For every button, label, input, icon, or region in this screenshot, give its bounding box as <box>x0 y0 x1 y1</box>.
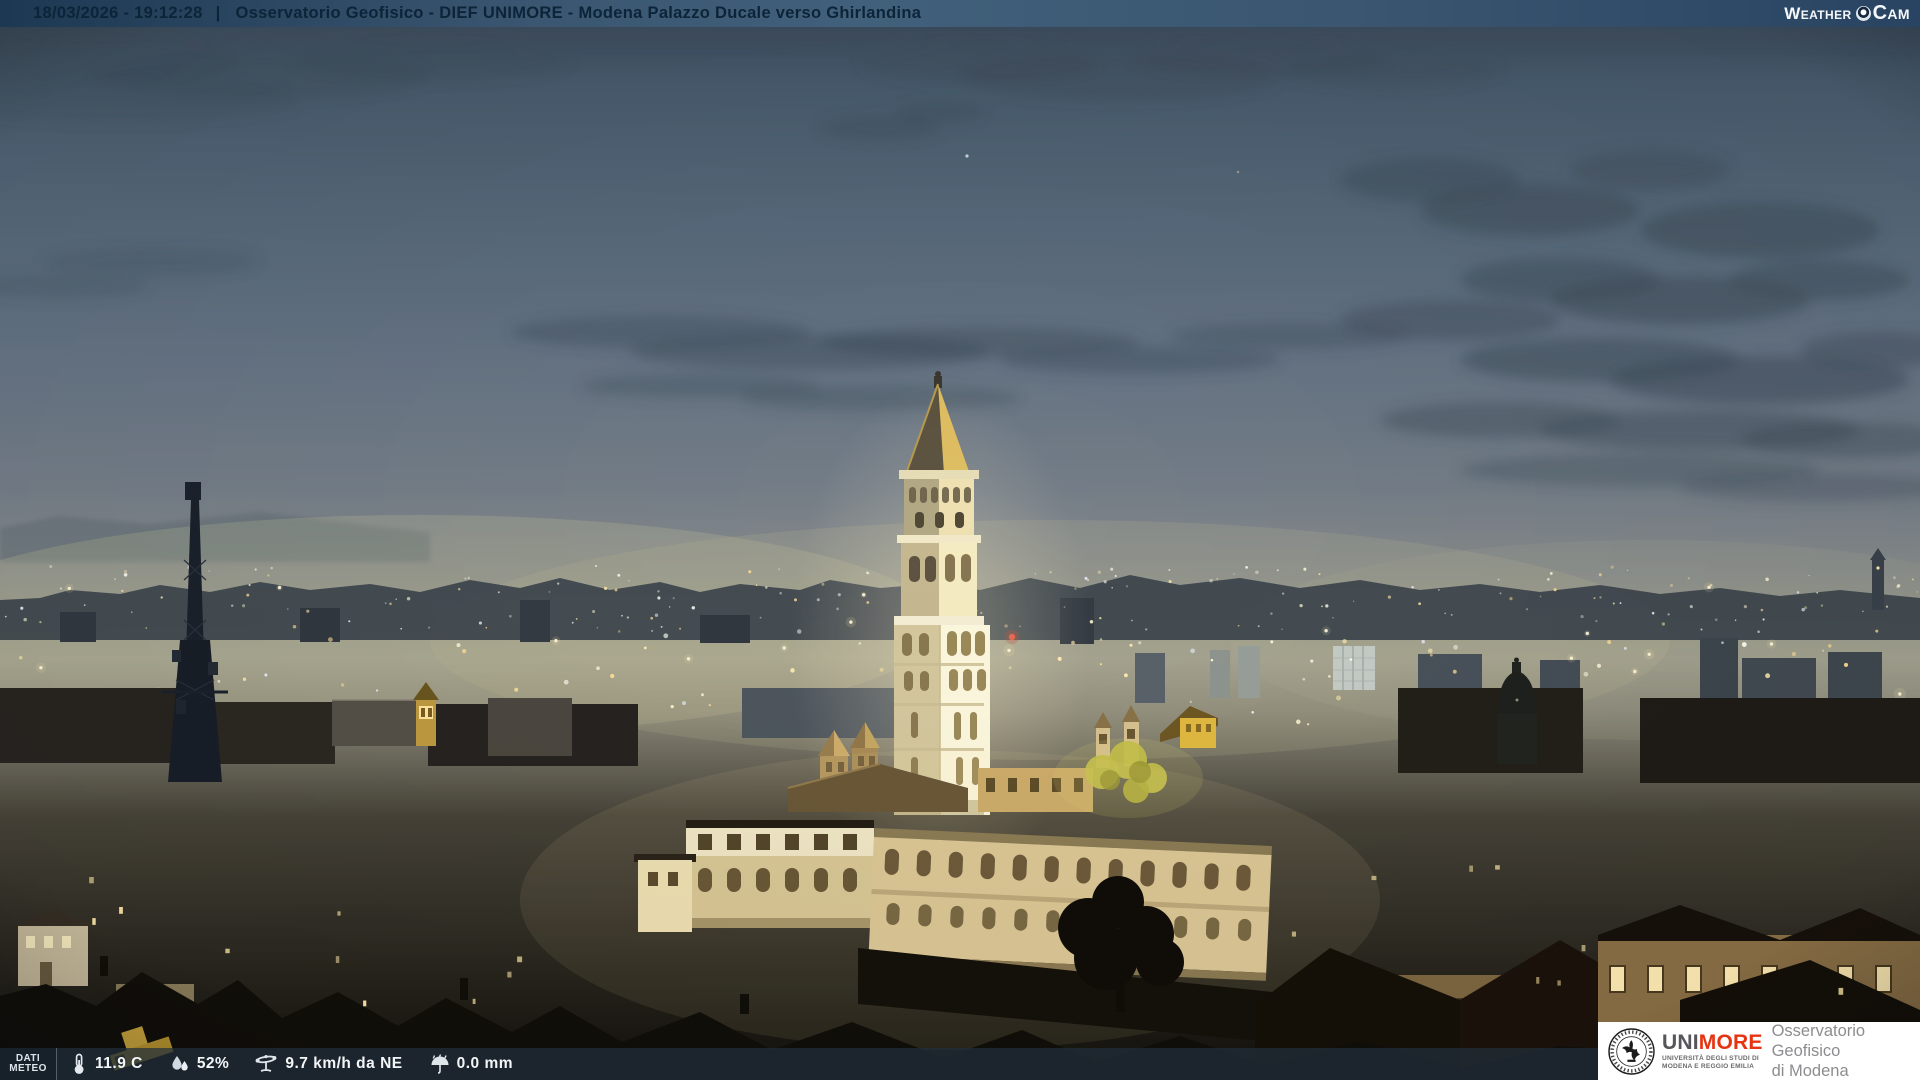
weather-data-label: DATI METEO <box>0 1048 57 1080</box>
timestamp: 18/03/2026 - 19:12:28 <box>33 4 203 23</box>
weathercam-logo: Weather Cam <box>1784 0 1910 27</box>
camera-lens-icon <box>1856 6 1871 21</box>
wind-icon <box>253 1053 279 1075</box>
rain-icon <box>429 1053 451 1075</box>
unimore-wordmark: UNIMORE UNIVERSITÀ DEGLI STUDI DI MODENA… <box>1662 1032 1763 1070</box>
observatory-name: Osservatorio Geofisico di Modena <box>1772 1021 1920 1080</box>
weathercam-word1: Weather <box>1784 4 1851 24</box>
header-separator: | <box>216 4 221 23</box>
webcam-photo <box>0 0 1920 1080</box>
unimore-logo-box: UNIMORE UNIVERSITÀ DEGLI STUDI DI MODENA… <box>1598 1022 1920 1080</box>
thermometer-icon <box>69 1053 89 1075</box>
temperature-reading: 11.9 C <box>69 1053 143 1075</box>
humidity-reading: 52% <box>169 1053 230 1075</box>
page-title: Osservatorio Geofisico - DIEF UNIMORE - … <box>236 4 922 23</box>
wind-reading: 9.7 km/h da NE <box>253 1053 402 1075</box>
unimore-uni: UNI <box>1662 1031 1699 1054</box>
rain-reading: 0.0 mm <box>429 1053 513 1075</box>
unimore-more: MORE <box>1699 1031 1763 1054</box>
webcam-page: { "header": { "timestamp": "18/03/2026 -… <box>0 0 1920 1080</box>
unimore-subtitle: UNIVERSITÀ DEGLI STUDI DI MODENA E REGGI… <box>1662 1055 1763 1070</box>
university-seal-icon <box>1608 1028 1655 1075</box>
weathercam-word2: Cam <box>1873 2 1910 25</box>
weather-data-bar: DATI METEO 11.9 C 52% 9.7 km/h da NE <box>0 1048 1598 1080</box>
humidity-icon <box>169 1053 191 1075</box>
vignette <box>0 27 1920 1080</box>
header-bar: 18/03/2026 - 19:12:28 | Osservatorio Geo… <box>0 0 1920 27</box>
